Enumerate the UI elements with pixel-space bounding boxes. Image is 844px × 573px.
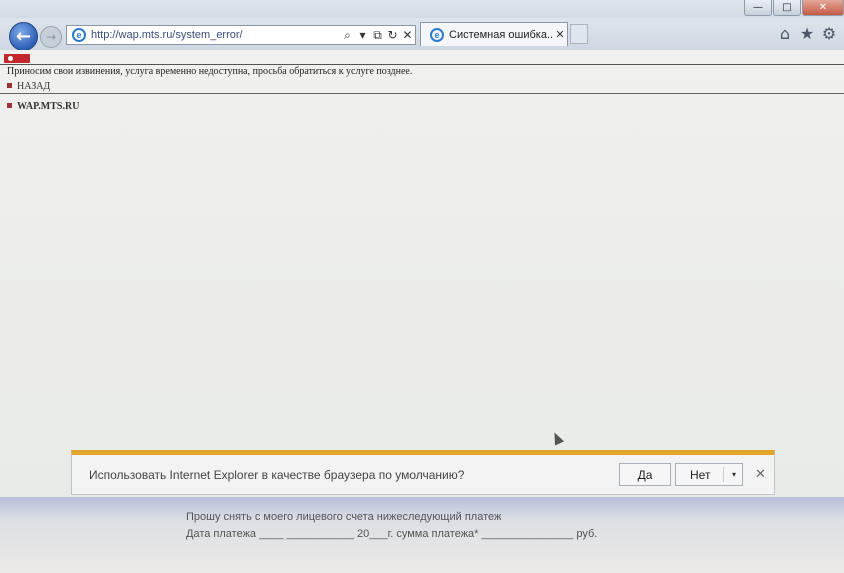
gear-icon[interactable]: ⚙ xyxy=(818,23,840,45)
tab-close-icon[interactable]: ✕ xyxy=(553,28,567,41)
notification-text: Использовать Internet Explorer в качеств… xyxy=(89,468,465,482)
button-separator xyxy=(723,467,724,482)
back-link[interactable]: НАЗАД xyxy=(7,81,50,92)
close-window-button[interactable]: ✕ xyxy=(802,0,844,16)
mts-logo xyxy=(4,54,30,63)
no-button[interactable]: Нет ▾ xyxy=(675,463,743,486)
maximize-button[interactable]: □ xyxy=(773,0,801,16)
window-titlebar: — □ ✕ xyxy=(0,0,844,18)
back-button[interactable]: ← xyxy=(9,22,38,51)
browser-toolbar: ← → e ⌕ ▾ ⧉ ↻ ✕ e Системная ошибка... ✕ … xyxy=(0,18,844,51)
favorites-star-icon[interactable]: ★ xyxy=(796,23,818,45)
stop-icon[interactable]: ✕ xyxy=(400,28,415,42)
back-link-label: НАЗАД xyxy=(17,81,51,92)
paper-text-line: Дата платежа ____ ___________ 20___г. су… xyxy=(186,528,598,540)
home-link[interactable]: WAP.MTS.RU xyxy=(7,101,79,112)
compatibility-view-icon[interactable]: ⧉ xyxy=(370,28,385,43)
url-input[interactable] xyxy=(91,29,340,41)
home-icon[interactable]: ⌂ xyxy=(774,23,796,45)
chevron-down-icon[interactable]: ▾ xyxy=(732,470,736,479)
divider xyxy=(0,64,844,65)
paper-form-background: Прошу снять с моего лицевого счета нижес… xyxy=(0,497,844,573)
bullet-icon xyxy=(7,83,12,88)
default-browser-notification: Использовать Internet Explorer в качеств… xyxy=(71,450,775,495)
forward-button[interactable]: → xyxy=(40,26,62,48)
divider xyxy=(0,93,844,94)
ie-tab-icon: e xyxy=(430,27,444,42)
refresh-icon[interactable]: ↻ xyxy=(385,28,400,42)
tab-label: Системная ошибка... xyxy=(449,28,553,41)
minimize-button[interactable]: — xyxy=(744,0,772,16)
paper-text-line: Прошу снять с моего лицевого счета нижес… xyxy=(186,511,502,523)
search-icon[interactable]: ⌕ xyxy=(340,28,355,43)
address-bar: e ⌕ ▾ ⧉ ↻ ✕ xyxy=(66,25,416,45)
tab-system-error[interactable]: e Системная ошибка... ✕ xyxy=(420,22,568,46)
chevron-down-icon[interactable]: ▾ xyxy=(355,28,370,42)
close-icon[interactable]: ✕ xyxy=(755,467,766,482)
yes-button[interactable]: Да xyxy=(619,463,671,486)
command-icons: ⌂ ★ ⚙ xyxy=(774,23,840,45)
no-button-label: Нет xyxy=(690,467,711,482)
error-message: Приносим свои извинения, услуга временно… xyxy=(7,66,413,77)
new-tab-button[interactable] xyxy=(570,24,588,44)
window-controls: — □ ✕ xyxy=(743,0,844,16)
bullet-icon xyxy=(7,103,12,108)
home-link-label: WAP.MTS.RU xyxy=(17,101,80,112)
ie-page-icon: e xyxy=(72,28,86,42)
page-content: Приносим свои извинения, услуга временно… xyxy=(0,50,844,497)
